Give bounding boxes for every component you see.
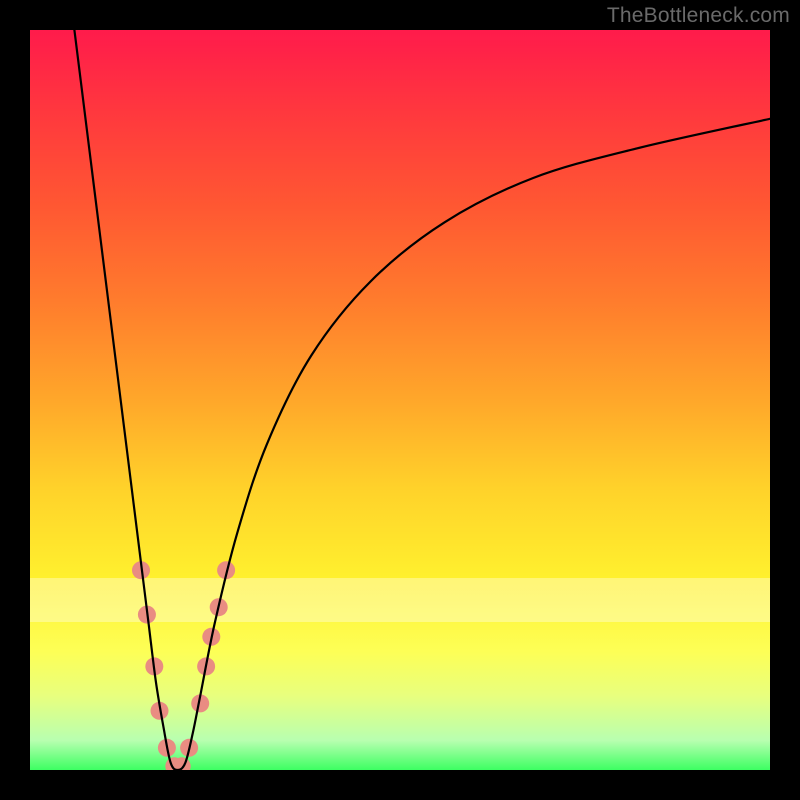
bottleneck-curve	[74, 30, 770, 770]
plot-area	[30, 30, 770, 770]
watermark-text: TheBottleneck.com	[607, 4, 790, 28]
marker-group	[132, 561, 235, 770]
chart-svg	[30, 30, 770, 770]
chart-frame: TheBottleneck.com	[0, 0, 800, 800]
